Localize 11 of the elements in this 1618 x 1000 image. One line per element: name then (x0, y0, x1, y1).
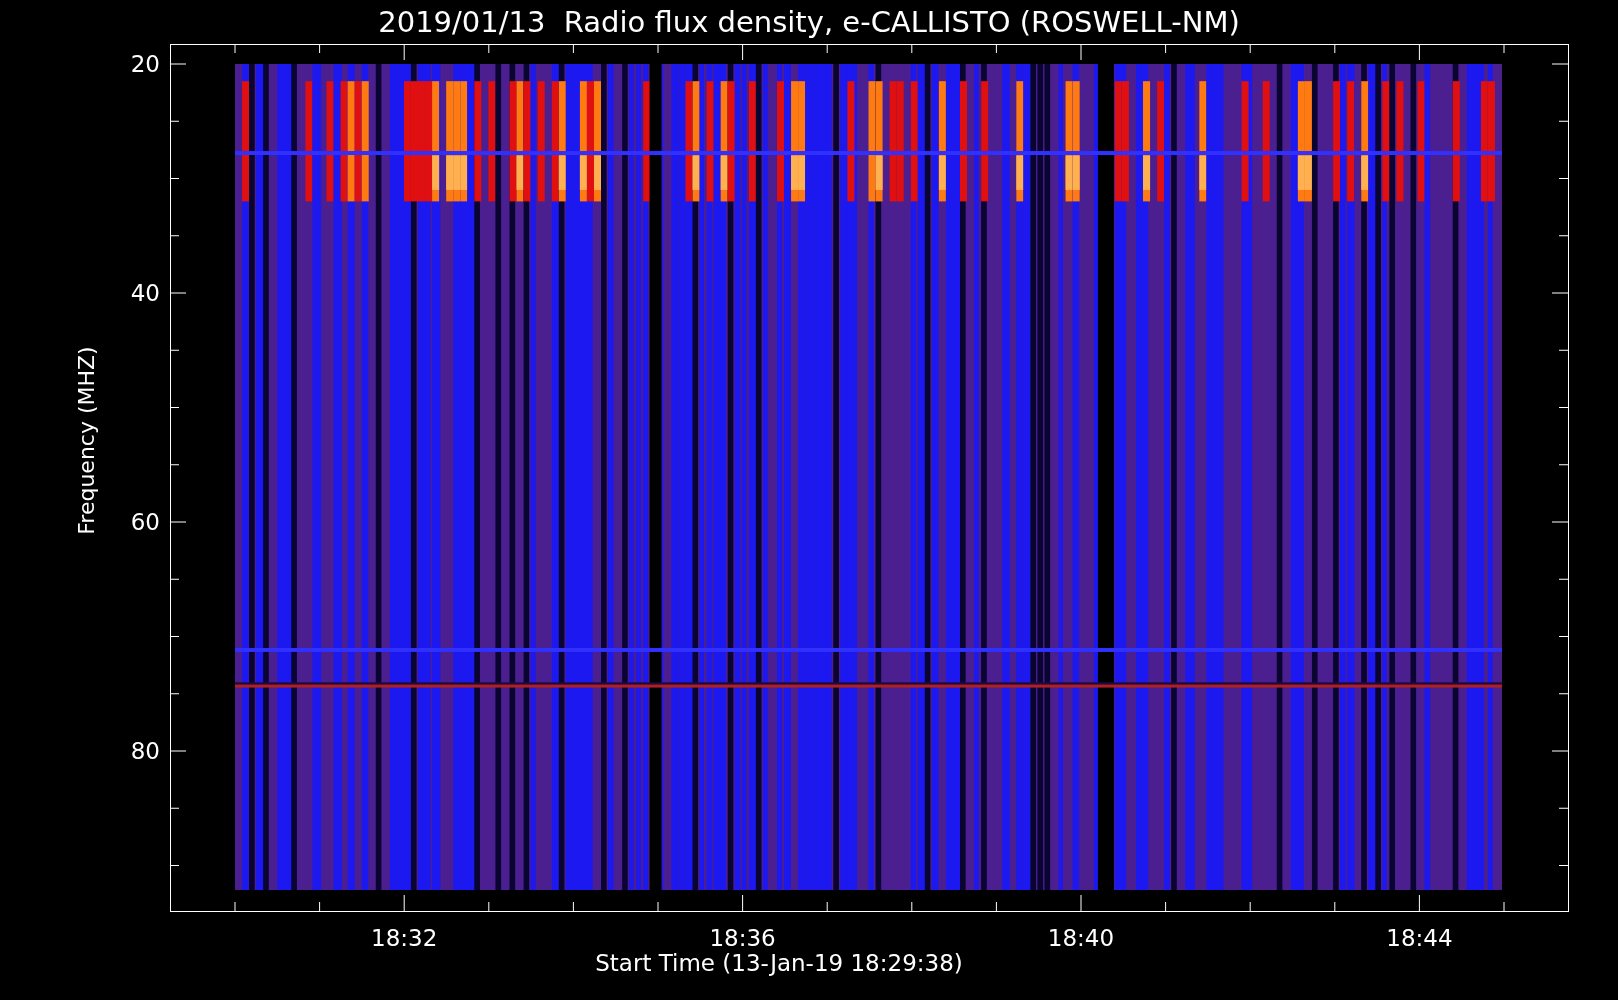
y-tick-label: 60 (130, 509, 160, 535)
x-tick-label: 18:36 (709, 925, 776, 951)
x-axis-label: Start Time (13-Jan-19 18:29:38) (595, 952, 963, 975)
y-tick-label: 40 (130, 280, 160, 306)
y-tick-label: 20 (130, 51, 160, 77)
chart-title: 2019/01/13 Radio flux density, e-CALLISTO (ROSWELL-NM) (378, 7, 1240, 37)
x-tick-label: 18:32 (371, 925, 438, 951)
x-tick-label: 18:44 (1386, 925, 1453, 951)
x-tick-label: 18:40 (1047, 925, 1115, 951)
y-axis-label: Frequency (MHZ) (72, 346, 100, 535)
y-tick-label: 80 (130, 738, 160, 764)
